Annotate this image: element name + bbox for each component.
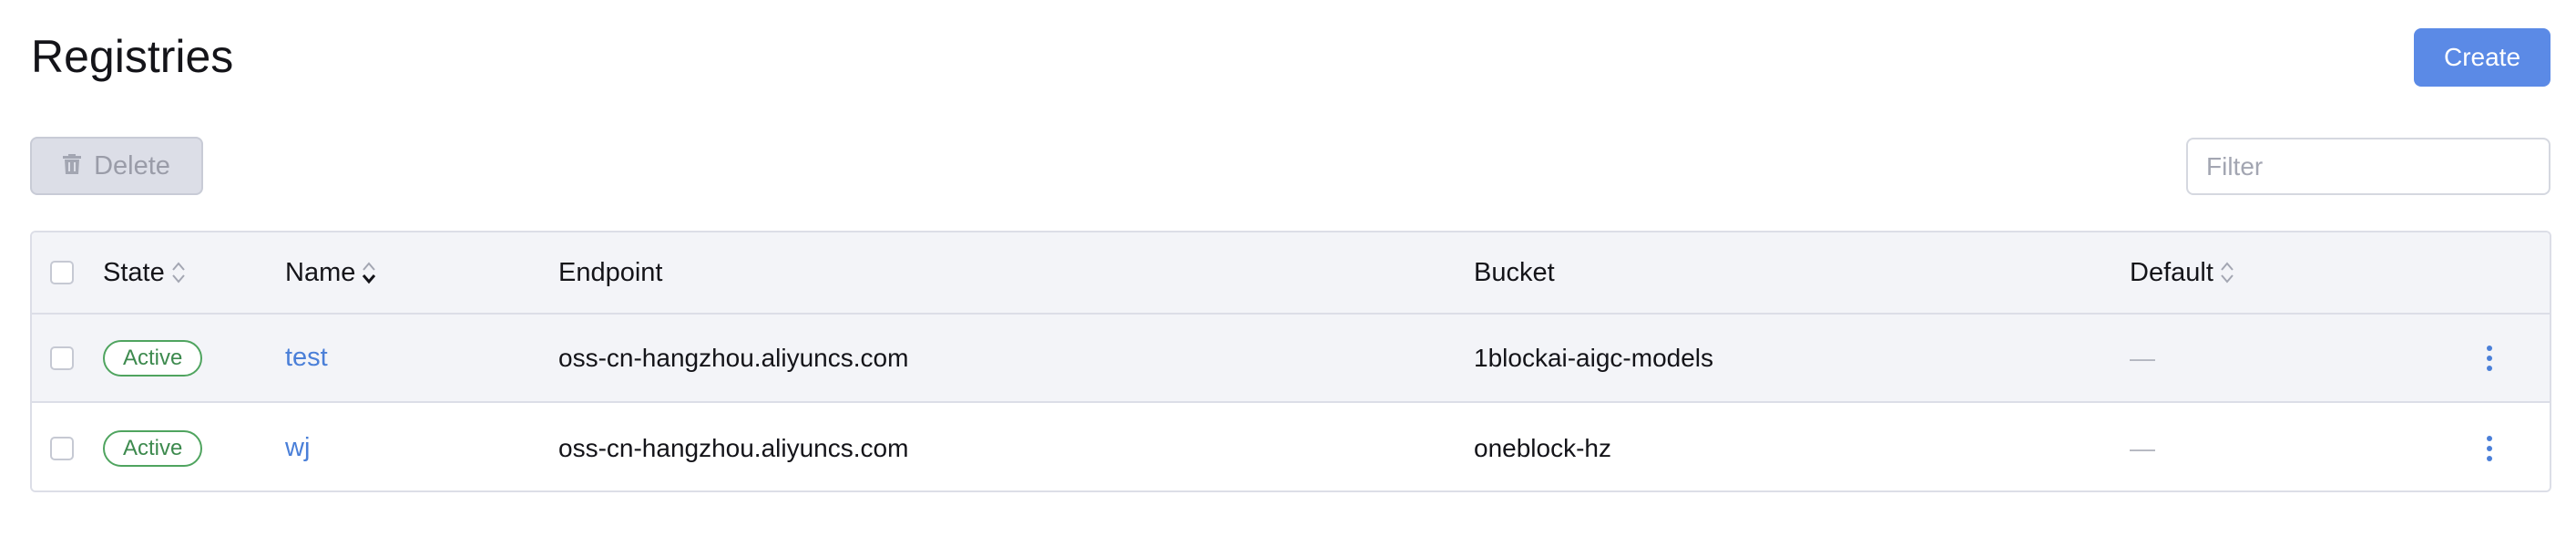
table-row: Active wj oss-cn-hangzhou.aliyuncs.com o… xyxy=(32,404,2550,490)
name-cell: wj xyxy=(285,404,310,490)
column-header-bucket: Bucket xyxy=(1474,257,1555,287)
row-checkbox[interactable] xyxy=(50,346,74,370)
row-select-cell xyxy=(50,315,74,401)
sort-icon[interactable] xyxy=(170,260,187,285)
endpoint-cell: oss-cn-hangzhou.aliyuncs.com xyxy=(558,433,909,462)
column-label-default: Default xyxy=(2130,257,2213,287)
status-badge: Active xyxy=(103,429,203,467)
column-header-name[interactable]: Name xyxy=(285,232,377,313)
endpoint-cell: oss-cn-hangzhou.aliyuncs.com xyxy=(558,343,909,372)
default-cell: — xyxy=(2130,433,2155,462)
status-badge: Active xyxy=(103,339,203,377)
kebab-menu-icon[interactable] xyxy=(2486,315,2493,401)
table-row: Active test oss-cn-hangzhou.aliyuncs.com… xyxy=(32,315,2550,403)
sort-icon[interactable] xyxy=(2219,260,2235,285)
table-header: State Name Endpoint Bucket Default xyxy=(32,232,2550,315)
registry-name-link[interactable]: wj xyxy=(285,433,310,463)
column-header-endpoint: Endpoint xyxy=(558,257,663,287)
select-all-checkbox[interactable] xyxy=(50,261,74,284)
state-cell: Active xyxy=(103,404,203,490)
create-button[interactable]: Create xyxy=(2414,28,2550,87)
kebab-menu-icon[interactable] xyxy=(2486,404,2493,490)
row-select-cell xyxy=(50,404,74,490)
delete-button-label: Delete xyxy=(94,150,170,181)
column-label-state: State xyxy=(103,257,165,287)
bucket-cell: 1blockai-aigc-models xyxy=(1474,343,1714,372)
bucket-cell: oneblock-hz xyxy=(1474,433,1611,462)
row-checkbox[interactable] xyxy=(50,436,74,460)
registry-name-link[interactable]: test xyxy=(285,343,328,373)
column-header-default[interactable]: Default xyxy=(2130,232,2235,313)
column-header-state[interactable]: State xyxy=(103,232,187,313)
page-title: Registries xyxy=(31,31,234,82)
select-all-cell xyxy=(50,232,74,313)
state-cell: Active xyxy=(103,315,203,401)
delete-button[interactable]: Delete xyxy=(30,137,203,195)
filter-input[interactable] xyxy=(2186,138,2550,195)
default-cell: — xyxy=(2130,343,2155,372)
column-label-name: Name xyxy=(285,257,356,287)
trash-icon xyxy=(63,151,82,181)
sort-desc-icon[interactable] xyxy=(361,260,377,285)
name-cell: test xyxy=(285,315,328,401)
registries-table: State Name Endpoint Bucket Default Activ… xyxy=(30,231,2551,492)
